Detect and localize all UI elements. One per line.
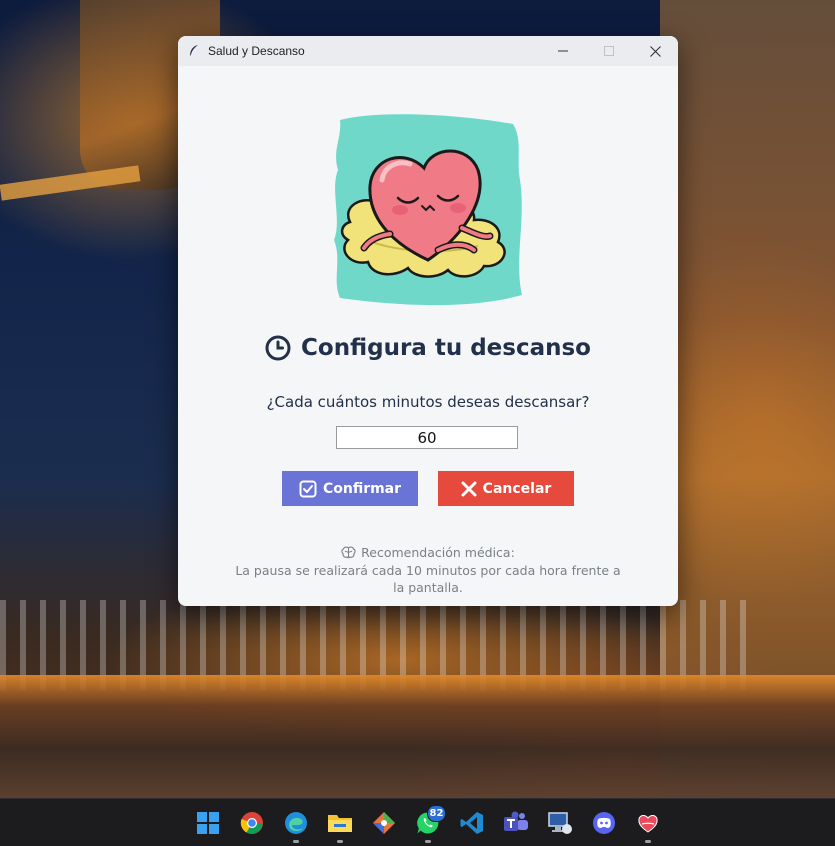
cancel-label: Cancelar [482,480,552,497]
edge-icon [285,811,307,834]
close-button[interactable] [632,36,678,66]
maximize-icon [604,46,614,56]
minimize-button[interactable] [540,36,586,66]
taskbar-item-vscode[interactable] [450,801,494,845]
resting-heart-illustration [334,114,522,306]
git-tool-icon [373,811,395,834]
maximize-button[interactable] [586,36,632,66]
taskbar-item-teams[interactable] [494,801,538,845]
running-indicator [425,839,431,843]
feather-icon [188,44,202,58]
brain-icon [341,546,356,559]
x-icon [461,481,477,496]
windows-start-icon [197,811,219,834]
window-title: Salud y Descanso [208,44,305,58]
minutes-input[interactable] [336,426,518,449]
file-explorer-icon [328,814,352,832]
taskbar-item-discord[interactable] [582,801,626,845]
cancel-button[interactable]: Cancelar [438,471,574,506]
running-indicator [645,839,651,843]
vscode-icon [460,811,483,834]
dialog-heading: Configura tu descanso [178,330,678,366]
recommendation-text: La pausa se realizará cada 10 minutos po… [235,563,621,595]
taskbar-item-salud-descanso[interactable] [626,801,670,845]
title-bar[interactable]: Salud y Descanso [178,36,678,66]
clock-icon [265,335,291,361]
remote-desktop-icon [548,811,572,834]
chrome-icon [240,811,263,834]
notification-badge: 82 [427,804,446,822]
wallpaper-quay [0,675,835,798]
running-indicator [337,839,343,843]
wallpaper-pier [0,165,141,201]
taskbar-item-chrome[interactable] [230,801,274,845]
minimize-icon [558,50,568,52]
confirm-button[interactable]: Confirmar [282,471,418,506]
discord-icon [593,811,615,834]
taskbar-item-file-explorer[interactable] [318,801,362,845]
interval-question: ¿Cada cuántos minutos deseas descansar? [266,393,590,411]
taskbar: 82 [0,798,835,846]
taskbar-icons: 82 [186,799,670,846]
taskbar-item-git-tool[interactable] [362,801,406,845]
running-indicator [293,839,299,843]
checkbox-icon [299,480,317,497]
taskbar-item-edge[interactable] [274,801,318,845]
recommendation-title-text: Recomendación médica: [361,545,515,560]
app-window: Salud y Descanso Configura tu descanso ¿… [178,36,678,606]
recommendation-title: Recomendación médica: [178,545,678,560]
taskbar-item-remote-desktop[interactable] [538,801,582,845]
teams-icon [504,811,528,831]
dialog-content: Configura tu descanso ¿Cada cuántos minu… [178,66,678,606]
close-icon [649,45,661,57]
taskbar-item-start[interactable] [186,801,230,845]
window-controls [540,36,678,66]
taskbar-item-whatsapp[interactable]: 82 [406,801,450,845]
heading-text: Configura tu descanso [301,335,591,361]
confirm-label: Confirmar [322,480,402,497]
salud-descanso-app-icon [638,814,658,833]
